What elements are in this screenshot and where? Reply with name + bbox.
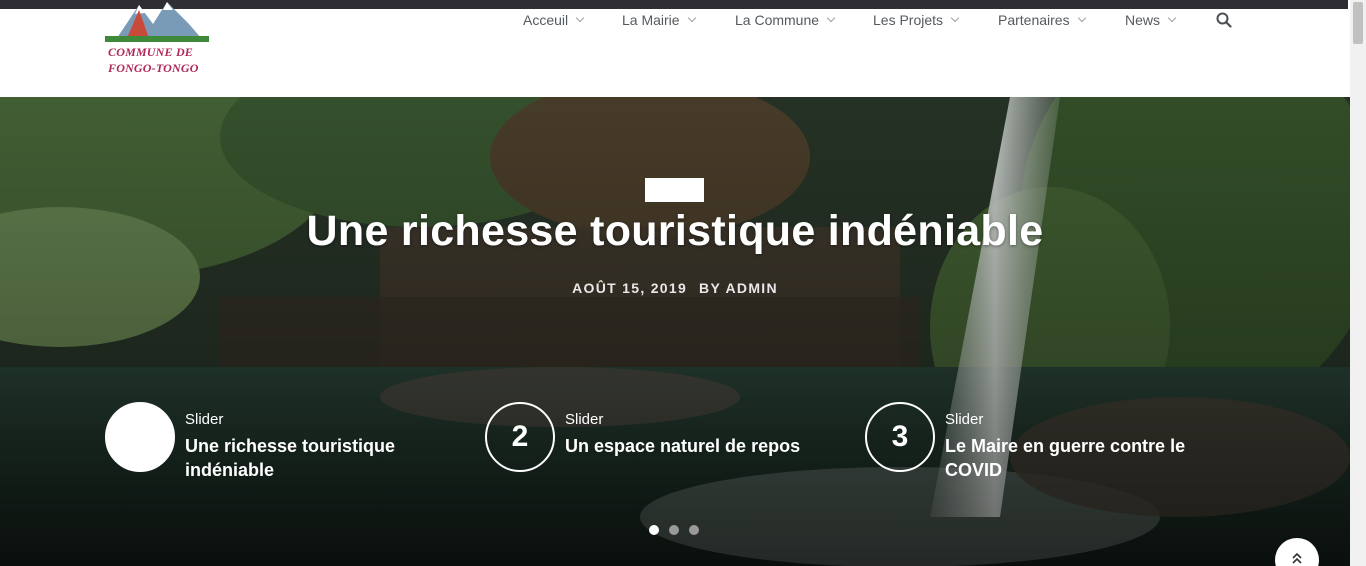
logo-line-1: COMMUNE DE [108, 45, 194, 59]
category-badge[interactable] [645, 178, 704, 202]
search-icon[interactable] [1216, 12, 1232, 28]
slide-title[interactable]: Un espace naturel de repos [565, 434, 845, 458]
slide-thumb-2[interactable]: 2 Slider Un espace naturel de repos [485, 402, 845, 482]
nav-item-les-projets[interactable]: Les Projets [873, 12, 960, 28]
logo-text: COMMUNE DE FONGO-TONGO [108, 44, 218, 76]
slide-category: Slider [565, 411, 604, 428]
nav-label: Acceuil [523, 12, 569, 28]
page-scrollbar[interactable] [1350, 0, 1366, 566]
hero-title[interactable]: Une richesse touristique indéniable [0, 207, 1350, 256]
chevron-down-icon [687, 13, 696, 23]
double-chevron-up-icon [1292, 552, 1302, 564]
post-date: AOÛT 15, 2019 [572, 280, 688, 296]
chevron-down-icon [950, 13, 960, 23]
pagination-dot-3[interactable] [689, 525, 699, 535]
slide-thumb-1[interactable]: Slider Une richesse touristique indéniab… [105, 402, 465, 482]
nav-label: Partenaires [998, 12, 1070, 28]
nav-label: News [1125, 12, 1161, 28]
scrollbar-thumb[interactable] [1353, 2, 1363, 44]
slide-category: Slider [945, 411, 984, 428]
nav-item-acceuil[interactable]: Acceuil [523, 12, 585, 28]
slide-title[interactable]: Une richesse touristique indéniable [185, 434, 465, 482]
slider-pagination [649, 525, 699, 535]
site-header: COMMUNE DE FONGO-TONGO Acceuil La Mairie… [0, 2, 1350, 97]
chevron-down-icon [575, 13, 585, 23]
pagination-dot-2[interactable] [669, 525, 679, 535]
hero-slider: Une richesse touristique indéniable AOÛT… [0, 97, 1350, 566]
hero-overlay [0, 97, 1350, 566]
nav-item-la-commune[interactable]: La Commune [735, 12, 836, 28]
slide-title[interactable]: Le Maire en guerre contre le COVID [945, 434, 1225, 482]
pagination-dot-1[interactable] [649, 525, 659, 535]
main-nav: Acceuil La Mairie La Commune Les Projets… [0, 9, 1350, 33]
logo-line-2: FONGO-TONGO [108, 61, 199, 75]
nav-label: La Mairie [622, 12, 680, 28]
slide-thumb-3[interactable]: 3 Slider Le Maire en guerre contre le CO… [865, 402, 1225, 482]
chevron-down-icon [1077, 13, 1086, 23]
chevron-down-icon [826, 13, 836, 23]
nav-label: Les Projets [873, 12, 944, 28]
nav-label: La Commune [735, 12, 820, 28]
slide-number-circle: 3 [865, 402, 935, 472]
nav-item-partenaires[interactable]: Partenaires [998, 12, 1086, 28]
slide-number-circle [105, 402, 175, 472]
nav-item-news[interactable]: News [1125, 12, 1177, 28]
hero-meta: AOÛT 15, 2019 BY ADMIN [0, 280, 1350, 296]
chevron-down-icon [1167, 13, 1177, 23]
slide-number-circle: 2 [485, 402, 555, 472]
slide-category: Slider [185, 411, 224, 428]
post-author[interactable]: BY ADMIN [699, 280, 778, 296]
nav-item-la-mairie[interactable]: La Mairie [622, 12, 696, 28]
